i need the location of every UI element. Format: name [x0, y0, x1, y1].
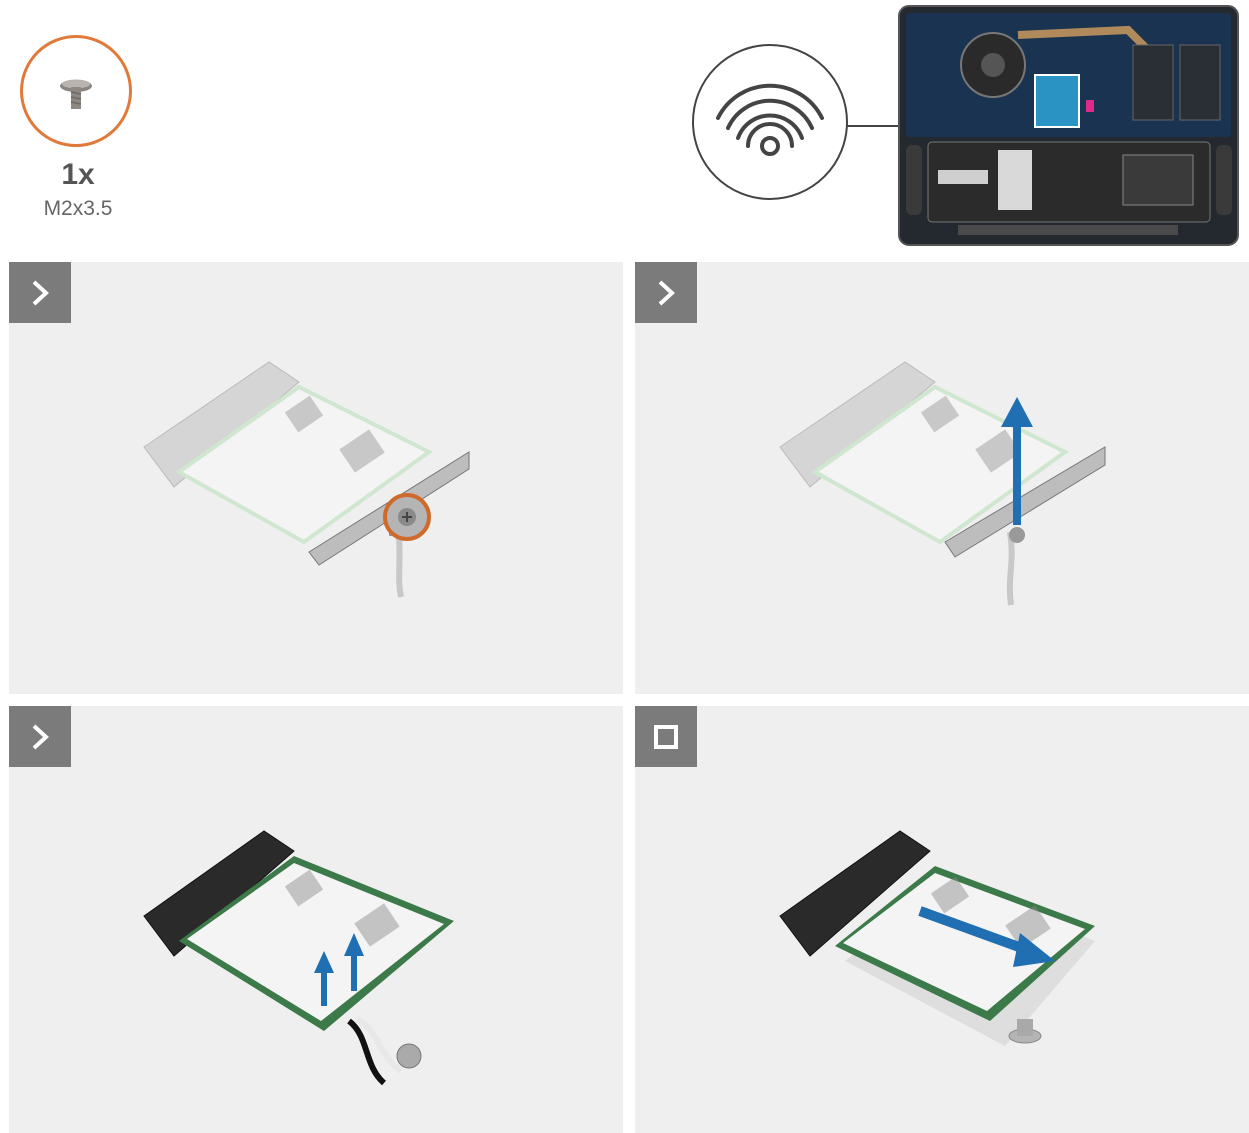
square-stop-icon	[635, 706, 697, 767]
wifi-locator	[692, 44, 915, 200]
step-panel-2	[635, 262, 1249, 694]
wlan-card-bracket-lifted	[779, 361, 1106, 606]
wlan-card-with-bracket	[143, 361, 470, 598]
screw-size: M2x3.5	[43, 197, 113, 220]
step-panel-4	[635, 706, 1249, 1133]
screw-quantity: 1x	[61, 158, 95, 191]
step-panel-1	[9, 262, 623, 694]
screw-callout-circle	[20, 35, 132, 147]
chevron-right-icon	[635, 262, 697, 323]
screw-icon	[60, 79, 92, 109]
chevron-right-icon	[9, 706, 71, 767]
wlan-card-slide-out	[779, 830, 1095, 1046]
chevron-right-icon	[9, 262, 71, 323]
step-panel-3	[9, 706, 623, 1133]
wlan-card-antenna-disconnect	[143, 830, 454, 1086]
laptop-base-overview	[898, 5, 1239, 246]
